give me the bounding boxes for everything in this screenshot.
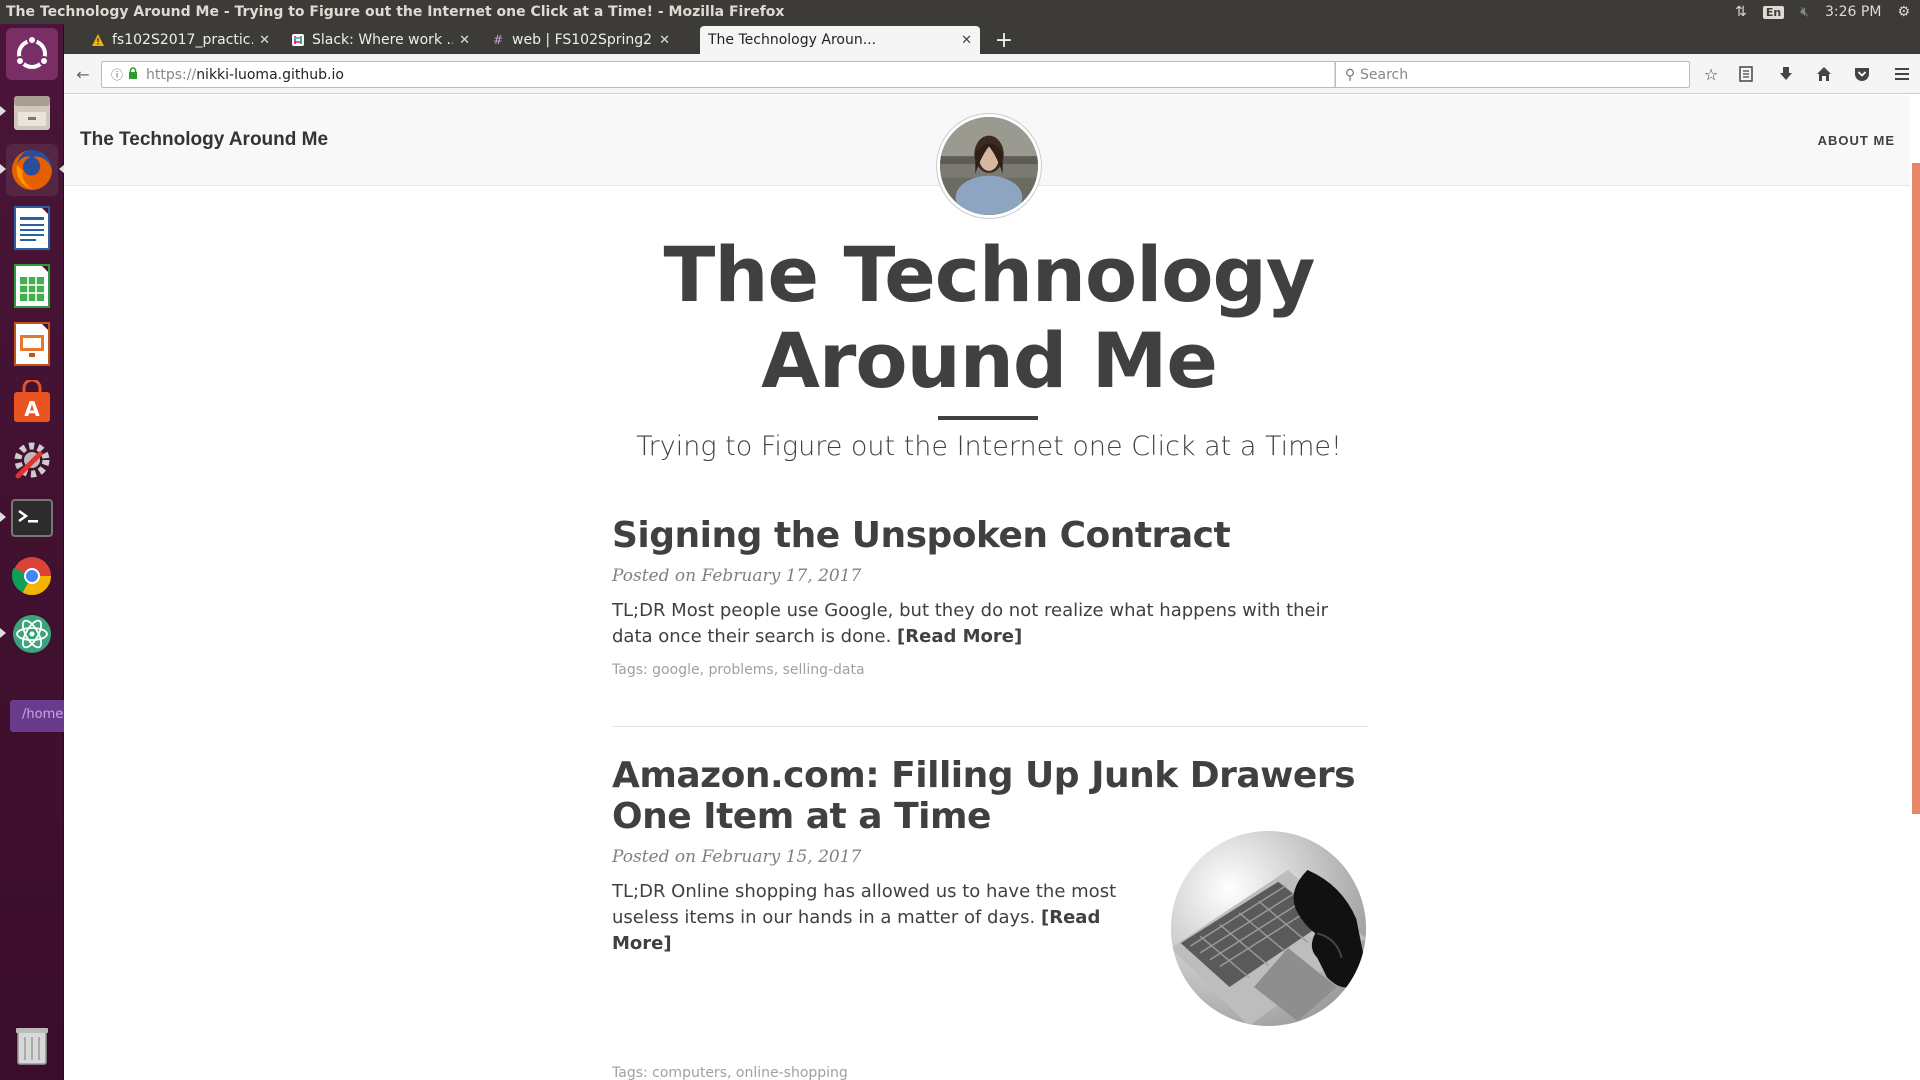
tags-label: Tags:: [612, 662, 648, 678]
read-more-link[interactable]: [Read More]: [897, 626, 1022, 647]
launcher-tooltip: /home: [10, 700, 64, 732]
post-title-link[interactable]: Amazon.com: Filling Up Junk Drawers One …: [612, 755, 1368, 837]
svg-text:A: A: [24, 397, 40, 421]
tag-link[interactable]: online-shopping: [736, 1065, 848, 1080]
search-placeholder: Search: [1360, 66, 1409, 83]
hamburger-menu-icon[interactable]: [1890, 63, 1914, 85]
tab-bar: fs102S2017_practic... ✕ Slack: Where wor…: [64, 24, 1920, 54]
hero-title: The Technology Around Me: [663, 230, 1316, 405]
launcher-software-center-button[interactable]: A: [6, 376, 58, 428]
back-arrow-icon[interactable]: ←: [73, 64, 93, 84]
post-title-link[interactable]: Signing the Unspoken Contract: [612, 515, 1368, 556]
system-tray: ⇅ En 🔇︎ 3:26 PM ⚙: [1735, 4, 1920, 20]
firefox-icon: [12, 150, 52, 190]
libreoffice-impress-icon: [14, 322, 50, 366]
search-icon: ⚲: [1344, 66, 1356, 83]
home-icon[interactable]: [1812, 63, 1836, 85]
scrollbar-thumb[interactable]: [1912, 163, 1920, 814]
tag-link[interactable]: problems: [709, 662, 774, 678]
navigation-bar: ← ⓘ https://nikki-luoma.github.io ↻ ⚲ Se…: [64, 54, 1920, 94]
network-icon[interactable]: ⇅: [1735, 4, 1747, 20]
post-separator: [612, 726, 1368, 727]
post-preview: Signing the Unspoken Contract Posted on …: [612, 515, 1368, 678]
page-scrollbar[interactable]: [1910, 95, 1920, 1080]
tab-label: fs102S2017_practic...: [112, 32, 254, 48]
tags-label: Tags:: [612, 1065, 648, 1080]
slack-favicon-icon: [290, 32, 306, 48]
launcher-firefox-button[interactable]: [6, 144, 58, 196]
launcher-writer-button[interactable]: [6, 202, 58, 254]
tag-link[interactable]: google: [652, 662, 699, 678]
search-bar[interactable]: ⚲ Search: [1335, 61, 1690, 88]
close-icon[interactable]: ✕: [459, 33, 470, 48]
bookmark-star-icon[interactable]: ☆: [1699, 63, 1723, 85]
hero-subtitle: Trying to Figure out the Internet one Cl…: [636, 431, 1342, 462]
tag-link[interactable]: computers: [652, 1065, 727, 1080]
window-title: The Technology Around Me - Trying to Fig…: [6, 4, 785, 20]
launcher-trash-button[interactable]: [6, 1018, 58, 1070]
running-indicator: [0, 164, 6, 174]
lock-icon[interactable]: [126, 67, 140, 82]
warning-favicon-icon: [90, 32, 106, 48]
ubuntu-logo-icon: [15, 35, 49, 69]
pocket-icon[interactable]: [1850, 63, 1874, 85]
reading-list-icon[interactable]: [1734, 63, 1758, 85]
chrome-icon: [11, 557, 52, 596]
clock[interactable]: 3:26 PM: [1825, 4, 1881, 20]
tab-slack[interactable]: Slack: Where work ... ✕: [282, 26, 478, 54]
nav-about-me-link[interactable]: ABOUT ME: [1818, 133, 1895, 148]
launcher-atom-button[interactable]: [6, 608, 58, 660]
post-excerpt: TL;DR Most people use Google, but they d…: [612, 598, 1368, 650]
tab-label: web | FS102Spring2...: [512, 32, 654, 48]
new-tab-button[interactable]: +: [990, 26, 1018, 54]
close-icon[interactable]: ✕: [961, 33, 972, 48]
atom-editor-icon: [13, 615, 51, 653]
tab-technology-blog[interactable]: The Technology Aroun... ✕: [700, 26, 980, 54]
shopping-bag-icon: A: [14, 380, 50, 422]
running-indicator: [0, 106, 6, 116]
post-tags: Tags: google, problems, selling-data: [612, 662, 865, 678]
libreoffice-calc-icon: [14, 264, 50, 308]
top-panel: The Technology Around Me - Trying to Fig…: [0, 0, 1920, 24]
gear-wrench-icon: [14, 442, 50, 479]
file-cabinet-icon: [14, 96, 50, 130]
launcher-impress-button[interactable]: [6, 318, 58, 370]
url-protocol: https://: [146, 66, 197, 83]
launcher-terminal-button[interactable]: [6, 492, 58, 544]
post-excerpt: TL;DR Online shopping has allowed us to …: [612, 879, 1152, 957]
post-thumbnail-image[interactable]: [1171, 831, 1366, 1026]
running-indicator: [0, 628, 6, 638]
launcher-files-button[interactable]: [6, 86, 58, 138]
tab-label: Slack: Where work ...: [312, 32, 454, 48]
avatar[interactable]: [937, 114, 1041, 218]
post-tags: Tags: computers, online-shopping: [612, 1065, 848, 1080]
post-date: Posted on February 17, 2017: [612, 566, 862, 586]
launcher-chrome-button[interactable]: [6, 550, 58, 602]
libreoffice-writer-icon: [14, 206, 50, 250]
launcher-dash-button[interactable]: [6, 28, 58, 80]
url-bar[interactable]: ⓘ https://nikki-luoma.github.io ↻: [101, 61, 1365, 88]
tab-practice-doc[interactable]: fs102S2017_practic... ✕: [82, 26, 278, 54]
close-icon[interactable]: ✕: [259, 33, 270, 48]
launcher-system-settings-button[interactable]: [6, 434, 58, 486]
launcher-calc-button[interactable]: [6, 260, 58, 312]
launcher: A /home: [0, 24, 65, 1080]
settings-gear-icon[interactable]: ⚙: [1897, 4, 1910, 20]
url-host: nikki-luoma.github.io: [196, 66, 344, 83]
info-icon[interactable]: ⓘ: [108, 66, 126, 83]
terminal-icon: [11, 499, 53, 537]
download-arrow-icon[interactable]: [1774, 63, 1798, 85]
tab-label: The Technology Aroun...: [708, 32, 877, 48]
trash-icon: [16, 1028, 48, 1065]
hero-divider: [938, 416, 1038, 420]
close-icon[interactable]: ✕: [659, 33, 670, 48]
tag-link[interactable]: selling-data: [783, 662, 865, 678]
running-indicator: [0, 512, 6, 522]
keyboard-layout-indicator[interactable]: En: [1762, 5, 1785, 19]
hash-favicon-icon: #: [492, 33, 504, 47]
site-brand-link[interactable]: The Technology Around Me: [80, 129, 328, 151]
tab-slack-channel[interactable]: # web | FS102Spring2... ✕: [482, 26, 678, 54]
volume-muted-icon[interactable]: 🔇︎: [1800, 4, 1809, 20]
page-viewport: The Technology Around Me ABOUT ME The Te…: [64, 95, 1920, 1080]
